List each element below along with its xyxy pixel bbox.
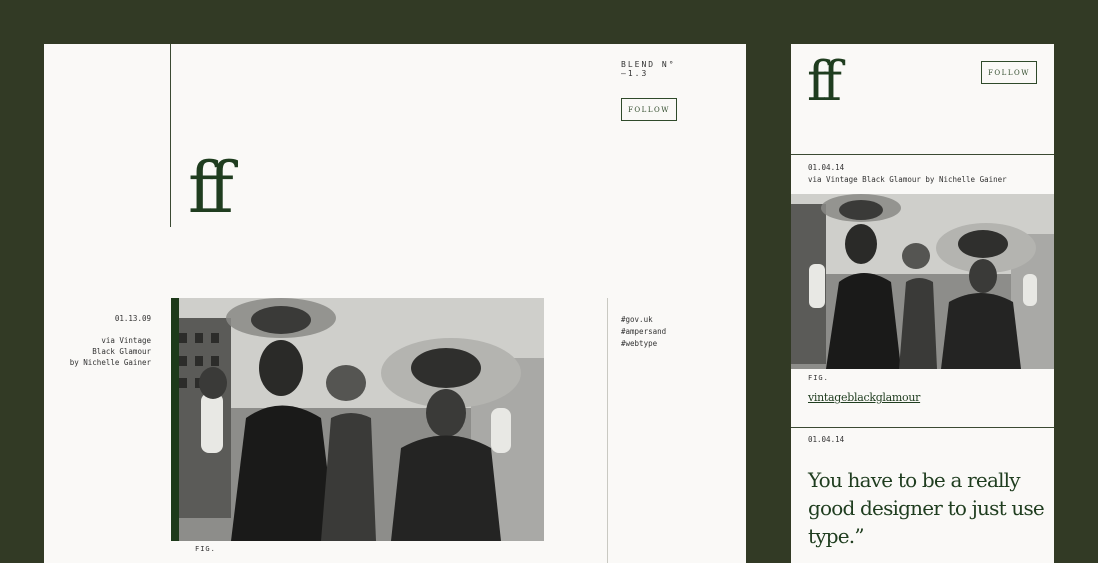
tag-link[interactable]: #ampersand <box>621 326 666 338</box>
photo-illustration <box>791 194 1054 369</box>
post-photo <box>171 298 544 541</box>
post-meta: 01.04.14 via Vintage Black Glamour by Ni… <box>808 162 1007 186</box>
figure-label: FIG. <box>195 545 216 553</box>
post-date: 01.04.14 <box>808 435 845 444</box>
pull-quote: You have to be a really good designer to… <box>808 468 1045 548</box>
tag-link[interactable]: #webtype <box>621 338 666 350</box>
post-credit: via Vintage Black Glamour by Nichelle Ga… <box>64 335 151 368</box>
divider <box>791 427 1054 428</box>
credit-line-2: Black Glamour <box>92 347 151 356</box>
figure-label: FIG. <box>808 374 829 382</box>
header-divider <box>170 44 171 227</box>
post-credit: via Vintage Black Glamour by Nichelle Ga… <box>808 175 1007 184</box>
blend-label: BLEND N° —1.3 <box>621 60 676 78</box>
divider <box>791 154 1054 155</box>
post-date: 01.13.09 <box>114 314 151 323</box>
credit-line-3: by Nichelle Gainer <box>69 358 151 367</box>
photo-illustration <box>171 298 544 541</box>
tag-link[interactable]: #gov.uk <box>621 314 666 326</box>
credit-line-1: via Vintage <box>101 336 151 345</box>
post-photo <box>791 194 1054 369</box>
tag-list: #gov.uk #ampersand #webtype <box>621 314 666 350</box>
sidebar-divider <box>607 298 608 563</box>
follow-button[interactable]: FOLLOW <box>981 61 1037 84</box>
follow-button[interactable]: FOLLOW <box>621 98 677 121</box>
mobile-card: ff FOLLOW 01.04.14 via Vintage Black Gla… <box>791 44 1054 563</box>
source-link[interactable]: vintageblackglamour <box>808 391 920 404</box>
post-date: 01.04.14 <box>808 163 845 172</box>
photo-accent-bar <box>171 298 179 541</box>
logo[interactable]: ff <box>807 50 842 114</box>
desktop-card: ff BLEND N° —1.3 FOLLOW 01.13.09 via Vin… <box>44 44 746 563</box>
logo[interactable]: ff <box>188 148 234 228</box>
